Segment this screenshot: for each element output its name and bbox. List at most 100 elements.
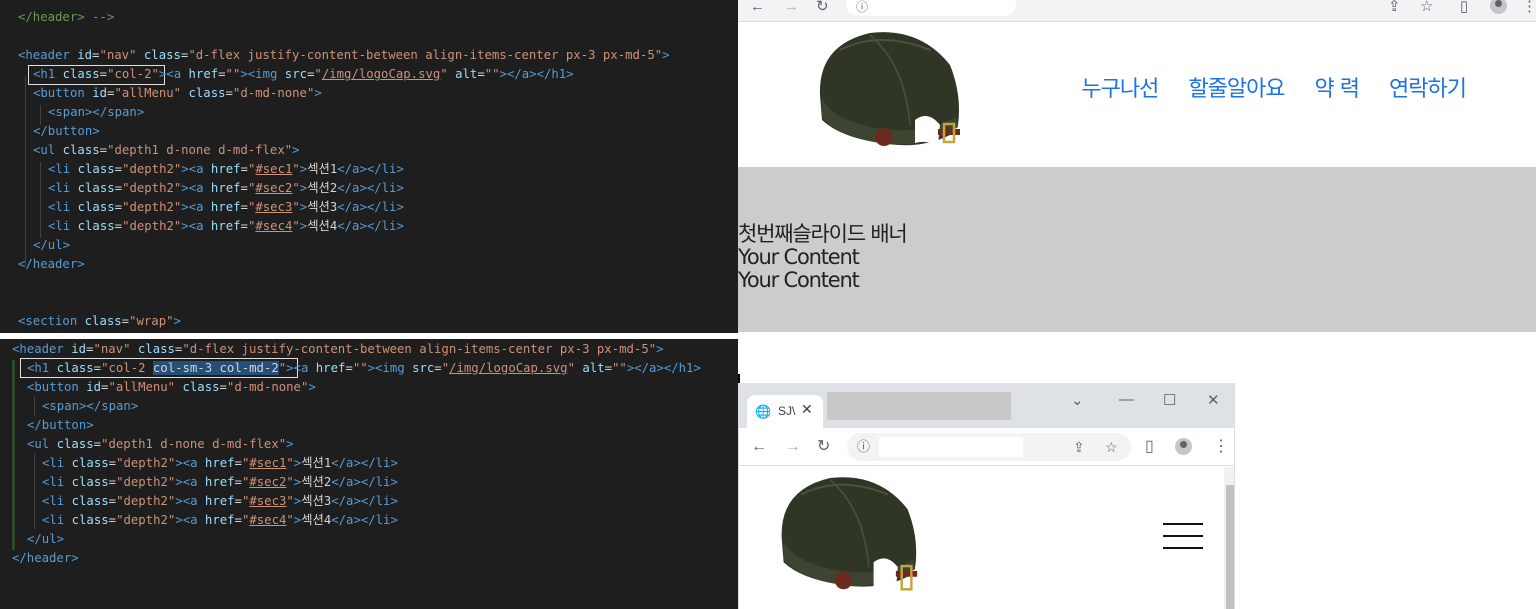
code-line[interactable]: <button id="allMenu" class="d-md-none"> xyxy=(33,84,322,103)
side-panel-icon[interactable]: ▯ xyxy=(1460,0,1468,14)
all-menu-hamburger-button[interactable] xyxy=(1163,523,1203,551)
code-line[interactable]: <li class="depth2"><a href="#sec1">섹션1</… xyxy=(42,454,398,473)
info-icon[interactable]: ⓘ xyxy=(857,438,870,456)
code-line[interactable]: <li class="depth2"><a href="#sec2">섹션2</… xyxy=(42,473,398,492)
code-token: "depth2" xyxy=(116,494,176,508)
back-arrow-icon[interactable]: ← xyxy=(750,0,765,14)
code-token: "depth2" xyxy=(122,181,182,195)
code-line[interactable]: <ul class="depth1 d-none d-md-flex"> xyxy=(33,141,300,160)
code-line[interactable]: <li class="depth2"><a href="#sec4">섹션4</… xyxy=(42,511,398,530)
globe-icon: 🌐 xyxy=(755,404,772,419)
code-line[interactable]: <li class="depth2"><a href="#sec3">섹션3</… xyxy=(48,198,404,217)
code-token: 섹션4 xyxy=(307,219,338,233)
code-token: "d-md-none" xyxy=(226,380,309,394)
logo-cap-image[interactable] xyxy=(810,25,965,155)
code-token: > xyxy=(286,437,294,451)
nav-link-3[interactable]: 약 력 xyxy=(1315,71,1360,103)
code-line[interactable]: </ul> xyxy=(33,236,70,255)
code-token: id xyxy=(71,342,87,356)
nav-link-2[interactable]: 할줄알아요 xyxy=(1188,71,1285,103)
maximize-icon[interactable]: ☐ xyxy=(1163,391,1176,409)
code-token: "d-md-none" xyxy=(232,86,315,100)
share-icon[interactable]: ⇪ xyxy=(1388,0,1401,14)
code-token: </header> xyxy=(12,551,79,565)
forward-arrow-icon[interactable]: → xyxy=(784,0,799,14)
info-icon[interactable]: ⓘ xyxy=(856,0,868,14)
code-line[interactable]: <li class="depth2"><a href="#sec4">섹션4</… xyxy=(48,217,404,236)
code-line[interactable]: <ul class="depth1 d-none d-md-flex"> xyxy=(27,435,294,454)
code-line[interactable]: </header> --> xyxy=(18,8,114,27)
code-token: = xyxy=(114,162,123,176)
code-token: href xyxy=(210,162,241,176)
tab-title: SJ\ xyxy=(778,404,796,418)
back-arrow-icon[interactable]: ← xyxy=(751,438,767,456)
code-token: <section xyxy=(18,314,85,328)
banner-text-line: Your Content xyxy=(738,245,860,269)
bookmark-star-icon[interactable]: ☆ xyxy=(1105,438,1118,456)
code-line[interactable]: <button id="allMenu" class="d-md-none"> xyxy=(27,378,316,397)
page-scrollbar[interactable] xyxy=(1224,467,1234,609)
code-token: ></a></h1> xyxy=(499,67,574,81)
tab-strip: 🌐 SJ\ ✕ ⌄ — ☐ ✕ xyxy=(739,383,1234,428)
code-token: #sec4 xyxy=(249,513,287,527)
menu-kebab-icon[interactable]: ⋮ xyxy=(1213,438,1229,456)
code-token: ></a></h1> xyxy=(626,361,701,375)
code-line[interactable]: <header id="nav" class="d-flex justify-c… xyxy=(18,46,670,65)
code-token: <li xyxy=(48,181,78,195)
code-line[interactable]: <span></span> xyxy=(42,397,138,416)
code-editor-bottom[interactable]: <header id="nav" class="d-flex justify-c… xyxy=(0,339,738,609)
code-line[interactable]: </ul> xyxy=(27,530,64,549)
code-line[interactable]: <span></span> xyxy=(48,103,144,122)
code-token: = xyxy=(108,513,117,527)
code-token: 섹션2 xyxy=(307,181,338,195)
minimize-icon[interactable]: — xyxy=(1119,391,1134,408)
code-line[interactable]: <li class="depth2"><a href="#sec1">섹션1</… xyxy=(48,160,404,179)
code-token: alt xyxy=(447,67,478,81)
bookmark-star-icon[interactable]: ☆ xyxy=(1420,0,1433,14)
code-token: "wrap" xyxy=(129,314,174,328)
tab-active[interactable]: 🌐 SJ\ ✕ xyxy=(747,395,823,428)
reload-icon[interactable]: ↻ xyxy=(816,0,829,14)
code-token: "" xyxy=(225,67,241,81)
menu-kebab-icon[interactable]: ⋮ xyxy=(1522,0,1536,14)
tab-search-chevron-icon[interactable]: ⌄ xyxy=(1071,391,1084,409)
code-line[interactable]: <li class="depth2"><a href="#sec2">섹션2</… xyxy=(48,179,404,198)
code-line[interactable]: </header> xyxy=(18,255,85,274)
address-bar[interactable]: ⓘ xyxy=(846,0,1016,16)
nav-link-4[interactable]: 연락하기 xyxy=(1389,71,1467,103)
code-token: #sec2 xyxy=(255,181,293,195)
code-token: class xyxy=(130,342,175,356)
code-token: = xyxy=(240,200,248,214)
scrollbar-thumb[interactable] xyxy=(1226,485,1234,609)
address-bar[interactable]: ⓘ ⇪ ☆ xyxy=(847,433,1131,461)
code-token: = xyxy=(114,181,123,195)
code-line[interactable]: <section class="wrap"> xyxy=(18,312,181,331)
profile-avatar-icon[interactable] xyxy=(1175,438,1192,455)
share-icon[interactable]: ⇪ xyxy=(1073,438,1085,456)
side-panel-icon[interactable]: ▯ xyxy=(1145,438,1154,456)
tab-close-icon[interactable]: ✕ xyxy=(801,401,813,418)
code-line[interactable]: <h1 class="col-2 col-sm-3 col-md-2"><a h… xyxy=(27,359,701,378)
code-token: = xyxy=(345,361,353,375)
code-line[interactable]: </header> xyxy=(12,549,79,568)
cap-logo-icon xyxy=(819,32,960,146)
code-line[interactable]: <h1 class="col-2"><a href=""><img src="/… xyxy=(33,65,574,84)
logo-cap-image[interactable] xyxy=(772,467,922,609)
close-window-icon[interactable]: ✕ xyxy=(1207,391,1220,409)
code-line[interactable]: <header id="nav" class="d-flex justify-c… xyxy=(12,340,664,359)
code-line[interactable]: </button> xyxy=(33,122,100,141)
profile-avatar-icon[interactable] xyxy=(1490,0,1507,14)
browser-window-wide: ← → ↻ ⓘ ⇪ ☆ ▯ ⋮ 누구나선할줄알아요약 력연락하기 첫번째슬 xyxy=(738,0,1536,333)
code-token: #sec3 xyxy=(249,494,287,508)
code-token: = xyxy=(114,219,123,233)
code-line[interactable]: <li class="depth2"><a href="#sec3">섹션3</… xyxy=(42,492,398,511)
address-text-area[interactable] xyxy=(879,437,1023,457)
code-editor-top[interactable]: </header> --> <header id="nav" class="d-f… xyxy=(0,0,738,333)
code-token: " xyxy=(286,475,294,489)
code-token: " xyxy=(286,494,294,508)
reload-icon[interactable]: ↻ xyxy=(817,438,830,456)
forward-arrow-icon[interactable]: → xyxy=(785,438,801,456)
code-line[interactable]: </button> xyxy=(27,416,94,435)
code-token: " xyxy=(292,200,300,214)
nav-link-1[interactable]: 누구나선 xyxy=(1081,71,1159,103)
